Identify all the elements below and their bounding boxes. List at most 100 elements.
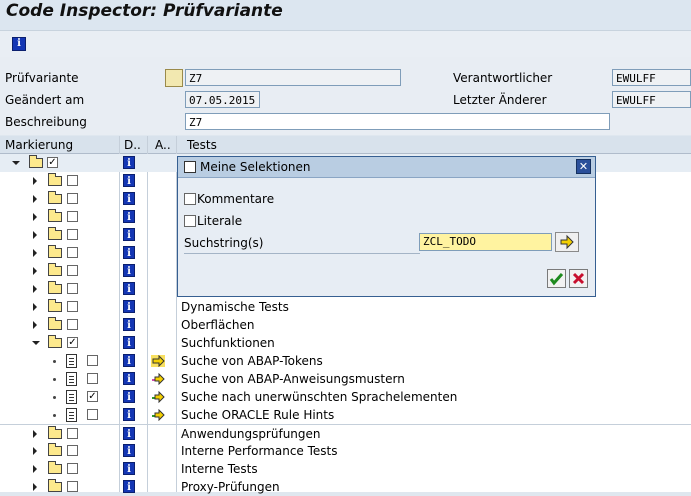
info-icon[interactable]: i: [123, 210, 135, 223]
attributes-arrow-icon[interactable]: [151, 355, 165, 367]
tree-row[interactable]: ✓ i Suchfunktionen: [0, 334, 691, 352]
pruefvariante-field[interactable]: Z7: [185, 69, 401, 86]
info-icon[interactable]: i: [123, 462, 135, 475]
row-checkbox[interactable]: [67, 481, 78, 492]
close-icon[interactable]: ✕: [576, 159, 591, 174]
tree-row[interactable]: i Anwendungsprüfungen: [0, 424, 691, 443]
cancel-x-icon: [572, 272, 585, 285]
tree-row[interactable]: i Suche von ABAP-Tokens: [0, 352, 691, 370]
info-icon[interactable]: i: [123, 372, 135, 385]
info-icon[interactable]: i: [12, 37, 26, 51]
row-checkbox[interactable]: [87, 373, 98, 384]
tree-row[interactable]: i Interne Performance Tests: [0, 442, 691, 460]
row-checkbox[interactable]: [87, 409, 98, 420]
expand-icon[interactable]: [33, 447, 37, 455]
geaendert-label: Geändert am: [5, 93, 85, 107]
tree-row[interactable]: ✓ i Suche nach unerwünschten Spracheleme…: [0, 388, 691, 406]
header-tests[interactable]: Tests: [187, 138, 217, 152]
row-checkbox[interactable]: [67, 175, 78, 186]
expand-icon[interactable]: [33, 465, 37, 473]
beschreibung-label: Beschreibung: [5, 115, 87, 129]
info-icon[interactable]: i: [123, 444, 135, 457]
literale-label: Literale: [197, 214, 243, 228]
info-icon[interactable]: i: [123, 228, 135, 241]
row-checkbox[interactable]: [67, 283, 78, 294]
row-checkbox[interactable]: [67, 247, 78, 258]
document-icon: [66, 390, 77, 404]
attributes-arrow-icon[interactable]: [151, 373, 165, 385]
info-icon[interactable]: i: [123, 408, 135, 421]
expand-icon[interactable]: [33, 483, 37, 491]
row-checkbox[interactable]: [67, 428, 78, 439]
tree-row[interactable]: i Suche ORACLE Rule Hints: [0, 406, 691, 424]
info-icon[interactable]: i: [123, 282, 135, 295]
row-checkbox[interactable]: [67, 445, 78, 456]
row-label: Suche ORACLE Rule Hints: [181, 408, 335, 422]
leaf-bullet: [53, 396, 56, 399]
info-icon[interactable]: i: [123, 336, 135, 349]
info-icon[interactable]: i: [123, 156, 135, 169]
collapse-icon[interactable]: [32, 341, 40, 345]
info-icon[interactable]: i: [123, 300, 135, 313]
confirm-button[interactable]: [547, 269, 566, 288]
info-icon[interactable]: i: [123, 318, 135, 331]
row-checkbox[interactable]: [67, 463, 78, 474]
tree-row[interactable]: i Interne Tests: [0, 460, 691, 478]
expand-icon[interactable]: [33, 430, 37, 438]
literale-checkbox[interactable]: [184, 215, 196, 227]
geaendert-field[interactable]: 07.05.2015: [185, 91, 260, 108]
row-label: Oberflächen: [181, 318, 255, 332]
selection-dialog: Meine Selektionen ✕ Kommentare Literale …: [177, 156, 596, 297]
verantwortlicher-field[interactable]: EWULFF: [612, 69, 691, 86]
row-checkbox[interactable]: ✓: [67, 337, 78, 348]
row-checkbox[interactable]: [67, 265, 78, 276]
attributes-arrow-icon[interactable]: [151, 391, 165, 403]
cancel-button[interactable]: [569, 269, 588, 288]
info-icon[interactable]: i: [123, 174, 135, 187]
expand-icon[interactable]: [33, 213, 37, 221]
tree-row[interactable]: i Suche von ABAP-Anweisungsmustern: [0, 370, 691, 388]
info-icon[interactable]: i: [123, 390, 135, 403]
row-checkbox[interactable]: [87, 355, 98, 366]
multiple-selection-button[interactable]: [555, 232, 579, 252]
pruefvariante-label: Prüfvariante: [5, 71, 79, 85]
row-checkbox[interactable]: [67, 229, 78, 240]
expand-icon[interactable]: [33, 231, 37, 239]
info-icon[interactable]: i: [123, 480, 135, 493]
row-checkbox[interactable]: [67, 319, 78, 330]
header-a[interactable]: A..: [155, 138, 171, 152]
info-icon[interactable]: i: [123, 354, 135, 367]
expand-icon[interactable]: [33, 177, 37, 185]
verantwortlicher-label: Verantwortlicher: [453, 71, 553, 85]
attributes-arrow-icon[interactable]: [151, 409, 165, 421]
expand-icon[interactable]: [33, 249, 37, 257]
header-markierung[interactable]: Markierung: [5, 138, 73, 152]
expand-icon[interactable]: [33, 285, 37, 293]
tree-row[interactable]: i Proxy-Prüfungen: [0, 478, 691, 496]
info-icon[interactable]: i: [123, 427, 135, 440]
info-icon[interactable]: i: [123, 192, 135, 205]
letzter-aenderer-field[interactable]: EWULFF: [612, 91, 691, 108]
value-help-button[interactable]: [165, 69, 183, 87]
expand-icon[interactable]: [33, 321, 37, 329]
expand-icon[interactable]: [33, 267, 37, 275]
row-checkbox[interactable]: ✓: [47, 157, 58, 168]
kommentare-checkbox[interactable]: [184, 193, 196, 205]
info-icon[interactable]: i: [123, 246, 135, 259]
row-checkbox[interactable]: ✓: [87, 391, 98, 402]
row-checkbox[interactable]: [67, 301, 78, 312]
expand-icon[interactable]: [33, 303, 37, 311]
row-label: Suche nach unerwünschten Sprachelementen: [181, 390, 458, 404]
beschreibung-field[interactable]: Z7: [185, 113, 610, 130]
suchstring-input[interactable]: ZCL_TODO: [419, 233, 552, 251]
row-checkbox[interactable]: [67, 211, 78, 222]
info-icon[interactable]: i: [123, 264, 135, 277]
folder-icon: [48, 317, 62, 330]
tree-row[interactable]: i Oberflächen: [0, 316, 691, 334]
row-checkbox[interactable]: [67, 193, 78, 204]
tree-row[interactable]: i Dynamische Tests: [0, 298, 691, 316]
header-d[interactable]: D..: [124, 138, 141, 152]
expand-icon[interactable]: [33, 195, 37, 203]
collapse-icon[interactable]: [12, 161, 20, 165]
folder-icon: [48, 479, 62, 492]
